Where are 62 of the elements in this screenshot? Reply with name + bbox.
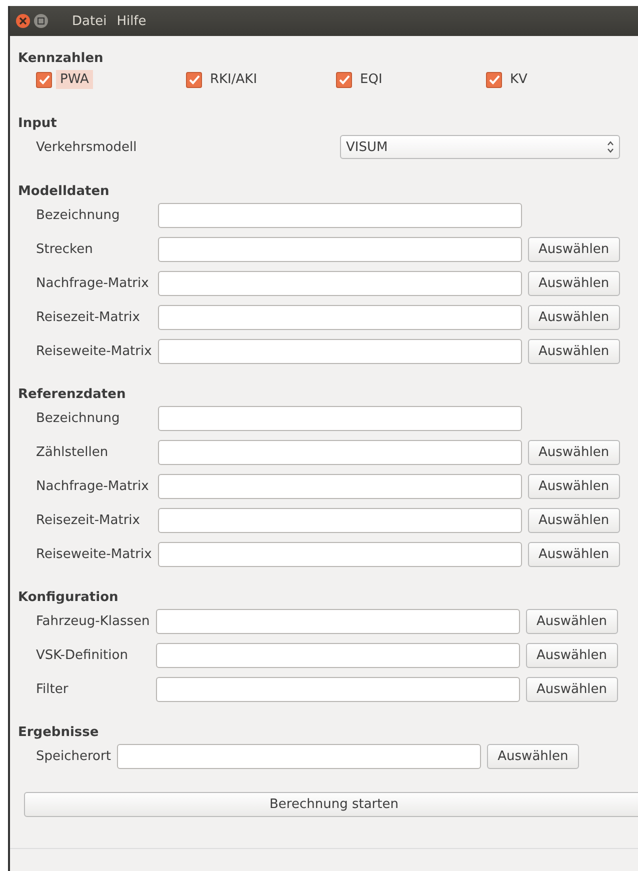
select-button[interactable]: Auswählen bbox=[526, 643, 618, 668]
input-field[interactable] bbox=[158, 237, 522, 262]
select-button[interactable]: Auswählen bbox=[528, 237, 620, 262]
checkbox-label[interactable]: EQI bbox=[356, 70, 386, 89]
start-button[interactable]: Berechnung starten bbox=[24, 792, 638, 817]
input-field[interactable] bbox=[158, 406, 522, 431]
select-button[interactable]: Auswählen bbox=[528, 508, 620, 533]
field-label: Filter bbox=[36, 682, 70, 697]
select-button[interactable]: Auswählen bbox=[526, 677, 618, 702]
field-label: Strecken bbox=[36, 242, 94, 257]
checkbox-label[interactable]: PWA bbox=[56, 70, 93, 89]
section-heading: Modelldaten bbox=[18, 184, 110, 199]
section-heading: Konfiguration bbox=[18, 590, 120, 605]
input-field[interactable] bbox=[158, 542, 522, 567]
checkbox-label[interactable]: KV bbox=[506, 70, 532, 89]
select-button[interactable]: Auswählen bbox=[486, 744, 579, 769]
close-icon[interactable] bbox=[16, 14, 30, 28]
field-label: Bezeichnung bbox=[36, 411, 121, 426]
input-field[interactable] bbox=[158, 305, 522, 330]
field-label: VSK-Definition bbox=[36, 648, 129, 663]
input-field[interactable] bbox=[158, 271, 522, 296]
select-button[interactable]: Auswählen bbox=[528, 305, 620, 330]
maximize-icon[interactable] bbox=[34, 14, 48, 28]
checkbox[interactable] bbox=[36, 72, 52, 88]
field-label: Fahrzeug-Klassen bbox=[36, 614, 150, 629]
select-button[interactable]: Auswählen bbox=[526, 609, 618, 634]
select-button[interactable]: Auswählen bbox=[528, 542, 620, 567]
field-label: Reiseweite-Matrix bbox=[36, 547, 152, 562]
checkbox[interactable] bbox=[486, 72, 502, 88]
input-field[interactable] bbox=[156, 677, 520, 702]
spinner-arrows-icon bbox=[607, 141, 614, 153]
input-field[interactable] bbox=[158, 474, 522, 499]
field-label: Reisezeit-Matrix bbox=[36, 310, 141, 325]
section-heading: Ergebnisse bbox=[18, 725, 100, 740]
menu-item[interactable]: Datei bbox=[72, 14, 107, 28]
input-field[interactable] bbox=[158, 339, 522, 364]
field-label: Bezeichnung bbox=[36, 208, 121, 223]
field-label: Reisezeit-Matrix bbox=[36, 513, 141, 528]
select-button[interactable]: Auswählen bbox=[528, 271, 620, 296]
section-heading: Input bbox=[18, 116, 58, 131]
checkbox[interactable] bbox=[186, 72, 202, 88]
field-label: Zählstellen bbox=[36, 445, 110, 460]
menu-item[interactable]: Hilfe bbox=[116, 14, 146, 28]
select-button[interactable]: Auswählen bbox=[528, 339, 620, 364]
input-field[interactable] bbox=[158, 440, 522, 465]
field-label: Verkehrsmodell bbox=[36, 140, 138, 154]
checkbox-label[interactable]: RKI/AKI bbox=[206, 70, 262, 89]
dropdown[interactable]: VISUM bbox=[340, 135, 620, 159]
section-heading: Kennzahlen bbox=[18, 51, 104, 66]
input-field[interactable] bbox=[158, 203, 522, 228]
select-button[interactable]: Auswählen bbox=[528, 474, 620, 499]
field-label: Speicherort bbox=[36, 749, 111, 764]
input-field[interactable] bbox=[158, 508, 522, 533]
checkbox[interactable] bbox=[336, 72, 352, 88]
input-field[interactable] bbox=[156, 643, 520, 668]
input-field[interactable] bbox=[156, 609, 520, 634]
section-heading: Referenzdaten bbox=[18, 387, 127, 402]
field-label: Nachfrage-Matrix bbox=[36, 276, 150, 291]
select-button[interactable]: Auswählen bbox=[528, 440, 620, 465]
field-label: Nachfrage-Matrix bbox=[36, 479, 150, 494]
field-label: Reiseweite-Matrix bbox=[36, 344, 152, 359]
input-field[interactable] bbox=[116, 744, 481, 769]
